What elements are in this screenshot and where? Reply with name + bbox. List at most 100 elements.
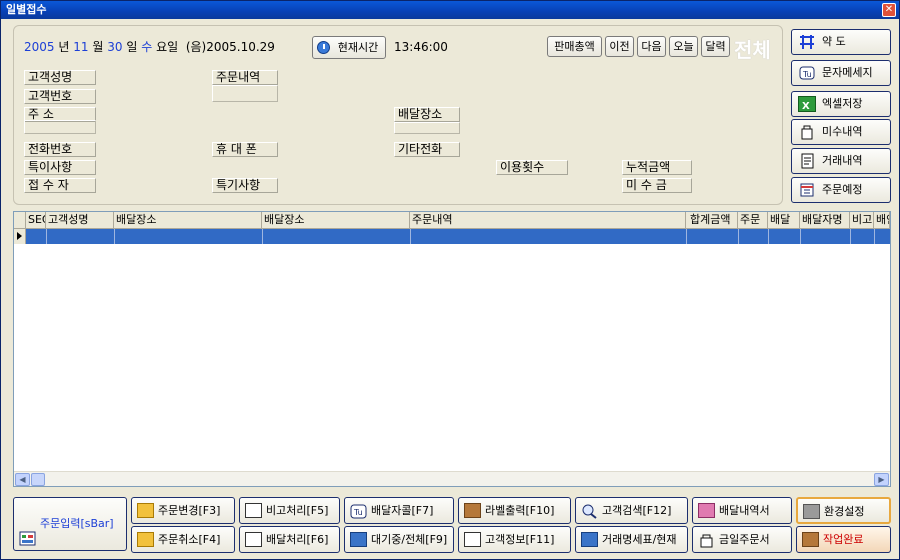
message-icon: Tu xyxy=(798,65,816,81)
scroll-right-icon[interactable]: ▶ xyxy=(874,473,889,486)
bag-icon xyxy=(798,124,816,140)
settings-button[interactable]: 환경설정 xyxy=(796,497,891,524)
grid-header-extra[interactable]: 배인 xyxy=(874,212,890,229)
grid-header-order-detail[interactable]: 주문내역 xyxy=(410,212,686,229)
customer-name-label: 고객성명 xyxy=(24,70,96,85)
order-input-button[interactable]: 주문입력[sBar] xyxy=(13,497,127,551)
map-icon xyxy=(798,34,816,50)
cell-divider xyxy=(738,229,739,244)
clock-icon xyxy=(317,41,330,54)
today-order-sheet-button[interactable]: 금일주문서 xyxy=(692,526,792,553)
unpaid-history-button[interactable]: 미수내역 xyxy=(791,119,891,145)
document-icon xyxy=(798,153,816,169)
note-process-button[interactable]: 비고처리[F5] xyxy=(239,497,340,524)
print-label-button-label: 라벨출력[F10] xyxy=(485,504,555,517)
note-process-icon xyxy=(245,503,262,518)
remarks-label: 특이사항 xyxy=(24,160,96,175)
delivery-report-icon xyxy=(698,503,715,518)
table-row[interactable] xyxy=(14,229,890,244)
change-order-button[interactable]: 주문변경[F3] xyxy=(131,497,235,524)
row-indicator-arrow-icon xyxy=(14,229,26,244)
calendar-button[interactable]: 달력 xyxy=(701,36,730,57)
current-time-button[interactable]: 현재시간 xyxy=(312,36,386,59)
scheduled-order-button[interactable]: 주문예정 xyxy=(791,177,891,203)
grid-header-seq[interactable]: SEQ xyxy=(26,212,46,229)
delivery-place-field[interactable] xyxy=(394,122,460,134)
previous-button[interactable]: 이전 xyxy=(605,36,634,57)
finish-work-button-label: 작업완료 xyxy=(823,533,864,546)
cell-divider xyxy=(114,229,115,244)
window-title: 일별접수 xyxy=(6,3,47,16)
grid-header-total-amount[interactable]: 합계금액 xyxy=(686,212,738,229)
grid-header-delivery-place-1[interactable]: 배달장소 xyxy=(114,212,262,229)
date-year-unit: 년 xyxy=(58,40,70,54)
cell-divider xyxy=(46,229,47,244)
cell-divider xyxy=(410,229,411,244)
map-button-label: 약 도 xyxy=(822,35,846,48)
change-order-icon xyxy=(137,503,154,518)
monitor-icon xyxy=(350,532,367,547)
delivery-report-button[interactable]: 배달내역서 xyxy=(692,497,792,524)
use-count-label: 이용횟수 xyxy=(496,160,568,175)
unpaid-amount-label: 미 수 금 xyxy=(622,178,692,193)
grid-header-delivery[interactable]: 배달 xyxy=(768,212,800,229)
date-year[interactable]: 2005 xyxy=(24,40,55,54)
order-input-icon xyxy=(19,517,36,546)
text-message-button[interactable]: Tu 문자메세지 xyxy=(791,60,891,86)
grid-header-customer-name[interactable]: 고객성명 xyxy=(46,212,114,229)
address-field[interactable] xyxy=(24,120,96,134)
grid-header-delivery-place-2[interactable]: 배달장소 xyxy=(262,212,410,229)
grid-header-delivery-person[interactable]: 배달자명 xyxy=(800,212,850,229)
grid-header-order[interactable]: 주문 xyxy=(738,212,768,229)
order-detail-field[interactable] xyxy=(212,85,278,102)
change-order-button-label: 주문변경[F3] xyxy=(158,504,221,517)
call-deliverer-button[interactable]: Tu 배달자콜[F7] xyxy=(344,497,454,524)
close-button[interactable]: ✕ xyxy=(882,3,896,17)
date-line: 2005 년 11 월 30 일 수 요일 (음)2005.10.29 xyxy=(24,38,275,55)
order-detail-label: 주문내역 xyxy=(212,70,278,85)
order-grid[interactable]: SEQ 고객성명 배달장소 배달장소 주문내역 합계금액 주문 배달 배달자명 … xyxy=(13,211,891,487)
excel-icon: X xyxy=(798,96,816,112)
scroll-thumb[interactable] xyxy=(31,473,45,486)
scroll-left-icon[interactable]: ◀ xyxy=(15,473,30,486)
delivery-process-button[interactable]: 배달처리[F6] xyxy=(239,526,340,553)
cell-divider xyxy=(874,229,875,244)
grid-header-note[interactable]: 비고 xyxy=(850,212,874,229)
mobile-label: 휴 대 폰 xyxy=(212,142,278,157)
special-note-label: 특기사항 xyxy=(212,178,278,193)
customer-number-label: 고객번호 xyxy=(24,89,96,104)
note-process-button-label: 비고처리[F5] xyxy=(266,504,329,517)
today-order-sheet-button-label: 금일주문서 xyxy=(719,533,770,546)
customer-info-button-label: 고객정보[F11] xyxy=(485,533,555,546)
finish-work-button[interactable]: 작업완료 xyxy=(796,526,891,553)
invoice-current-button[interactable]: 거래명세표/현재 xyxy=(575,526,688,553)
invoice-current-button-label: 거래명세표/현재 xyxy=(602,533,677,546)
date-month[interactable]: 11 xyxy=(73,40,88,54)
delivery-place-label: 배달장소 xyxy=(394,107,460,122)
cancel-order-button[interactable]: 주문취소[F4] xyxy=(131,526,235,553)
receiver-label: 접 수 자 xyxy=(24,178,96,193)
call-deliverer-button-label: 배달자콜[F7] xyxy=(371,504,434,517)
sales-total-button[interactable]: 판매총액 xyxy=(547,36,602,57)
cell-divider xyxy=(262,229,263,244)
date-weekday-unit: 요일 xyxy=(156,40,179,54)
excel-save-button[interactable]: X 엑셀저장 xyxy=(791,91,891,117)
calendar-icon xyxy=(798,182,816,198)
search-customer-button[interactable]: 고객검색[F12] xyxy=(575,497,688,524)
today-button[interactable]: 오늘 xyxy=(669,36,698,57)
waiting-all-toggle-button[interactable]: 대기중/전체[F9] xyxy=(344,526,454,553)
search-customer-button-label: 고객검색[F12] xyxy=(602,504,672,517)
unpaid-history-button-label: 미수내역 xyxy=(822,125,863,138)
transaction-history-button[interactable]: 거래내역 xyxy=(791,148,891,174)
date-day[interactable]: 30 xyxy=(107,40,122,54)
date-weekday: 수 xyxy=(141,40,153,54)
horizontal-scrollbar[interactable]: ◀ ▶ xyxy=(14,471,890,486)
cancel-order-button-label: 주문취소[F4] xyxy=(158,533,221,546)
print-label-button[interactable]: 라벨출력[F10] xyxy=(458,497,571,524)
other-phone-label: 기타전화 xyxy=(394,142,460,157)
next-button[interactable]: 다음 xyxy=(637,36,666,57)
search-icon xyxy=(581,503,598,519)
customer-info-button[interactable]: 고객정보[F11] xyxy=(458,526,571,553)
selected-row-cells[interactable] xyxy=(26,229,890,244)
map-button[interactable]: 약 도 xyxy=(791,29,891,55)
